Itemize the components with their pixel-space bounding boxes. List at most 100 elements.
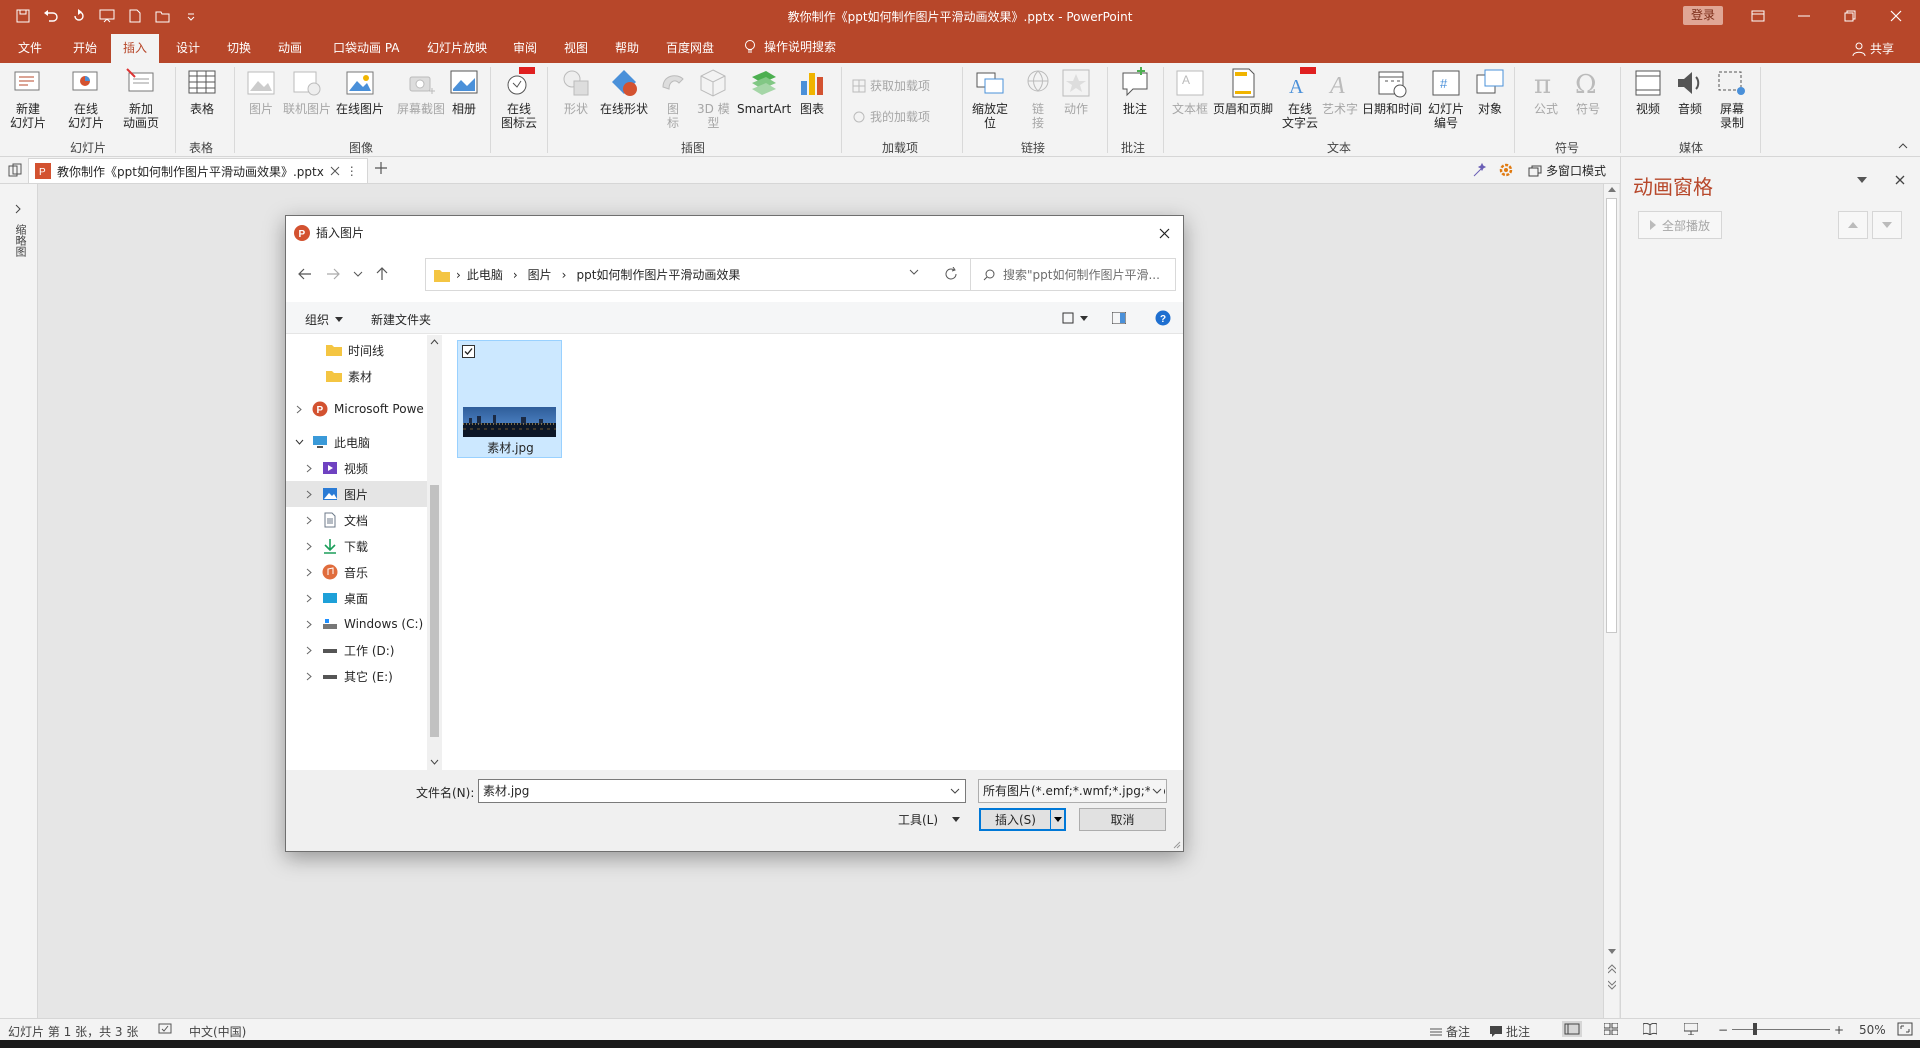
audio-button[interactable]: 音频 [1674, 67, 1706, 116]
new-folder-button[interactable]: 新建文件夹 [371, 311, 431, 328]
scroll-down-icon[interactable] [430, 759, 439, 765]
expand-chevron-icon[interactable] [292, 405, 306, 414]
filter-dropdown-icon[interactable] [1150, 780, 1164, 802]
expand-chevron-icon[interactable] [14, 204, 22, 214]
zoom-slider-thumb[interactable] [1753, 1023, 1757, 1035]
my-addins-button[interactable]: 我的加载项 [852, 108, 930, 125]
prev-slide-icon[interactable] [1608, 964, 1616, 974]
tab-menu-icon[interactable]: ⋮ [346, 164, 358, 178]
nav-pane-scrollbar[interactable] [427, 335, 442, 770]
comments-button[interactable]: 批注 [1490, 1023, 1530, 1040]
tools-button[interactable]: 工具(L) [898, 811, 961, 828]
smartart-button[interactable]: SmartArt [737, 67, 791, 116]
new-anim-page-button[interactable]: 新加 动画页 [123, 67, 159, 130]
file-checkbox[interactable] [462, 345, 475, 358]
icons-button[interactable]: 图 标 [657, 67, 689, 130]
online-shapes-button[interactable]: 在线形状 [600, 67, 648, 116]
slide-count-status[interactable]: 幻灯片 第 1 张，共 3 张 [8, 1023, 138, 1040]
online-icon-cloud-button[interactable]: 在线 图标云 [501, 67, 537, 130]
video-button[interactable]: 视频 [1632, 67, 1664, 116]
online-picture-gray-button[interactable]: 联机图片 [283, 67, 331, 116]
ribbon-display-icon[interactable] [1735, 0, 1781, 31]
nav-item-timeline[interactable]: 时间线 [286, 337, 427, 363]
preview-pane-icon[interactable] [1112, 312, 1126, 324]
normal-view-icon[interactable] [1562, 1021, 1582, 1037]
scroll-up-icon[interactable] [430, 339, 439, 345]
canvas-vertical-scrollbar[interactable] [1603, 184, 1619, 1018]
zoom-button[interactable]: 缩放定 位 [972, 67, 1008, 130]
forward-arrow-icon[interactable] [322, 263, 344, 285]
nav-item-downloads[interactable]: 下载 [286, 533, 427, 559]
close-tab-icon[interactable] [330, 166, 340, 176]
online-wordcloud-button[interactable]: A 在线 文字云 [1282, 67, 1318, 130]
tab-slideshow[interactable]: 幻灯片放映 [425, 31, 489, 63]
tab-animations[interactable]: 动画 [276, 31, 304, 63]
file-item[interactable]: 素材.jpg [457, 340, 562, 458]
nav-item-music[interactable]: 音乐 [286, 559, 427, 585]
shapes-button[interactable]: 形状 [560, 67, 592, 116]
tab-review[interactable]: 审阅 [511, 31, 539, 63]
move-down-button[interactable] [1872, 211, 1902, 239]
up-arrow-icon[interactable] [371, 263, 393, 285]
nav-item-documents[interactable]: 文档 [286, 507, 427, 533]
file-type-filter[interactable]: 所有图片(*.emf;*.wmf;*.jpg;*.jp [978, 779, 1167, 803]
zoom-in-icon[interactable]: + [1834, 1023, 1844, 1037]
recent-locations-icon[interactable] [347, 263, 369, 285]
slideshow-view-icon[interactable] [1684, 1023, 1698, 1035]
tab-file[interactable]: 文件 [16, 31, 44, 63]
header-footer-button[interactable]: 页眉和页脚 [1213, 67, 1273, 116]
nav-item-material[interactable]: 素材 [286, 363, 427, 389]
expand-chevron-icon[interactable] [302, 490, 316, 499]
dialog-close-icon[interactable] [1153, 222, 1175, 244]
back-arrow-icon[interactable] [294, 263, 316, 285]
insert-dropdown-icon[interactable] [1050, 810, 1064, 829]
organize-button[interactable]: 组织 [305, 311, 344, 328]
collapse-ribbon-icon[interactable] [1898, 143, 1908, 149]
date-time-button[interactable]: 日期和时间 [1362, 67, 1422, 116]
expand-chevron-icon[interactable] [302, 568, 316, 577]
filename-input[interactable]: 素材.jpg [478, 779, 966, 803]
scroll-down-icon[interactable] [1608, 949, 1616, 955]
collapse-chevron-icon[interactable] [292, 439, 306, 445]
multi-window-mode-button[interactable]: 多窗口模式 [1528, 162, 1606, 179]
nav-item-drive-e[interactable]: 其它 (E:) [286, 663, 427, 689]
tell-me-search[interactable]: 操作说明搜索 [742, 31, 838, 63]
tab-pocket-animation[interactable]: 口袋动画 PA [331, 31, 402, 63]
nav-scroll-thumb[interactable] [430, 485, 439, 737]
close-window-icon[interactable] [1873, 0, 1919, 31]
tab-insert[interactable]: 插入 [111, 34, 160, 63]
new-tab-icon[interactable] [374, 161, 388, 175]
fit-to-window-icon[interactable] [1897, 1021, 1913, 1037]
action-button[interactable]: 动作 [1060, 67, 1092, 116]
online-slide-button[interactable]: 在线 幻灯片 [68, 67, 104, 130]
thumbnail-pane-collapsed[interactable]: 缩略图 [0, 184, 38, 1018]
magic-icon[interactable] [1472, 162, 1488, 178]
reading-view-icon[interactable] [1643, 1023, 1657, 1035]
album-button[interactable]: 相册 [448, 67, 480, 116]
symbol-button[interactable]: Ω 符号 [1572, 67, 1604, 116]
picture-button[interactable]: 图片 [245, 67, 277, 116]
next-slide-icon[interactable] [1608, 980, 1616, 990]
refresh-icon[interactable] [944, 267, 958, 281]
textbox-button[interactable]: A 文本框 [1172, 67, 1208, 116]
slide-number-button[interactable]: # 幻灯片 编号 [1428, 67, 1464, 130]
zoom-slider[interactable] [1732, 1029, 1830, 1030]
zoom-out-icon[interactable]: − [1718, 1023, 1728, 1037]
language-status[interactable]: 中文(中国) [189, 1023, 246, 1040]
expand-chevron-icon[interactable] [302, 464, 316, 473]
get-addins-button[interactable]: 获取加载项 [852, 77, 930, 94]
tab-help[interactable]: 帮助 [613, 31, 641, 63]
nav-item-desktop[interactable]: 桌面 [286, 585, 427, 611]
nav-item-pictures[interactable]: 图片 [286, 481, 427, 507]
sync-icon[interactable] [8, 163, 22, 177]
canvas-scroll-thumb[interactable] [1606, 198, 1617, 633]
pane-options-icon[interactable] [1857, 177, 1867, 183]
screen-record-button[interactable]: 屏幕 录制 [1716, 67, 1748, 130]
breadcrumb-pictures[interactable]: 图片 [528, 266, 552, 283]
online-picture-button[interactable]: 在线图片 [336, 67, 384, 116]
link-button[interactable]: 链 接 [1022, 67, 1054, 130]
tab-baidu-netdisk[interactable]: 百度网盘 [664, 31, 716, 63]
object-button[interactable]: 对象 [1474, 67, 1506, 116]
equation-button[interactable]: π 公式 [1530, 67, 1562, 116]
expand-chevron-icon[interactable] [302, 594, 316, 603]
